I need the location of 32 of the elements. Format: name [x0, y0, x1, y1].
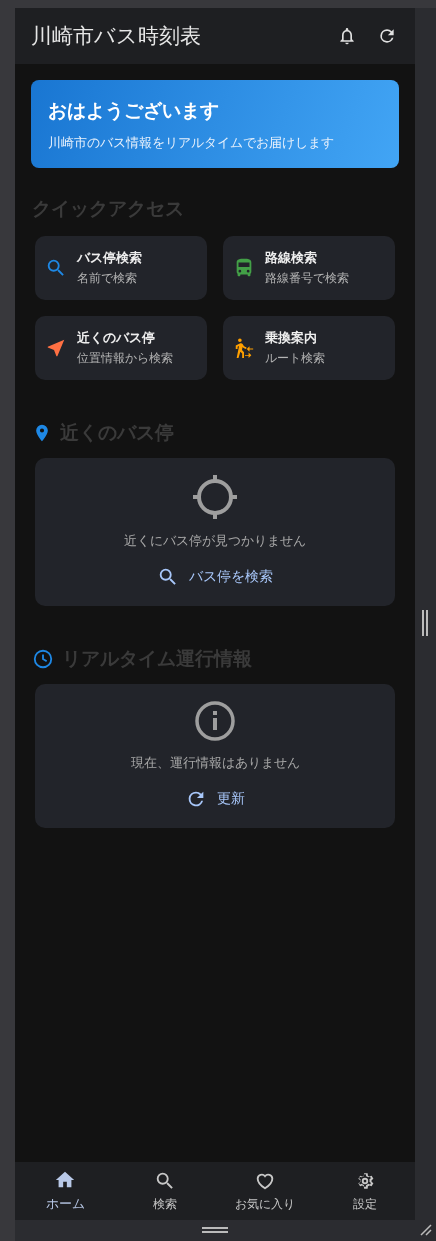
info-icon — [194, 700, 236, 742]
drag-handle-icon[interactable] — [202, 1227, 228, 1233]
card-subtitle: 路線番号で検索 — [265, 269, 349, 287]
refresh-button[interactable]: 更新 — [171, 782, 259, 816]
quick-access-card[interactable]: 乗換案内 ルート検索 — [223, 316, 395, 380]
resize-corner-icon[interactable] — [420, 1224, 432, 1236]
crosshair-icon — [192, 474, 238, 520]
quick-access-card[interactable]: 路線検索 路線番号で検索 — [223, 236, 395, 300]
card-subtitle: 位置情報から検索 — [77, 349, 173, 367]
card-subtitle: ルート検索 — [265, 349, 325, 367]
card-title: バス停検索 — [77, 249, 142, 267]
resize-handle-icon[interactable] — [422, 610, 428, 636]
clock-icon — [32, 648, 54, 670]
app-title: 川崎市バス時刻表 — [31, 23, 202, 50]
empty-message: 近くにバス停が見つかりません — [124, 532, 306, 550]
nav-tab[interactable]: 設定 — [315, 1162, 415, 1220]
greeting-title: おはようございます — [48, 98, 220, 123]
greeting-subtitle: 川崎市のバス情報をリアルタイムでお届けします — [48, 134, 335, 152]
bell-icon — [337, 26, 357, 46]
empty-message: 現在、運行情報はありません — [130, 754, 300, 772]
nav-tab[interactable]: お気に入り — [215, 1162, 315, 1220]
quick-access-card[interactable]: 近くのバス停 位置情報から検索 — [35, 316, 207, 380]
refresh-icon — [377, 26, 397, 46]
quick-access-card[interactable]: バス停検索 名前で検索 — [35, 236, 207, 300]
card-title: 乗換案内 — [265, 329, 318, 347]
card-title: 近くのバス停 — [77, 329, 156, 347]
nav-tab[interactable]: 検索 — [115, 1162, 215, 1220]
search-icon — [157, 566, 179, 588]
card-title: 路線検索 — [265, 249, 318, 267]
card-subtitle: 名前で検索 — [77, 269, 138, 287]
search-button[interactable]: バス停を検索 — [143, 560, 287, 594]
nav-tab[interactable]: ホーム — [15, 1162, 115, 1220]
